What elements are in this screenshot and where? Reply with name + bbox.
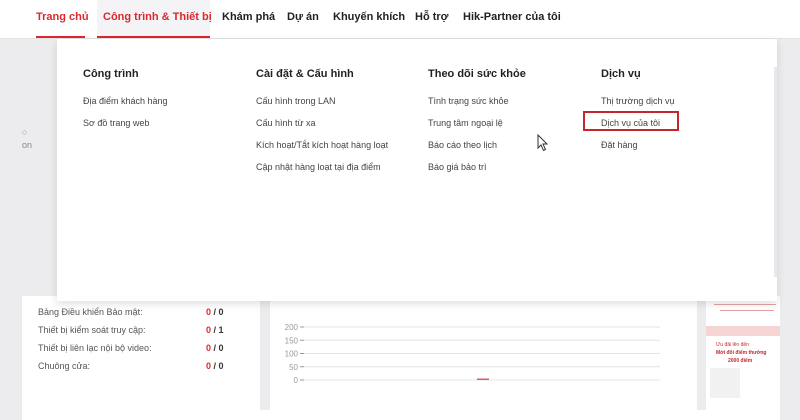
menu-col-title-projects: Công trình bbox=[83, 68, 139, 80]
chart-ytick-label: 150 bbox=[285, 336, 299, 345]
promo-banner[interactable]: Ưu đãi lên đến Mời đổi điểm thưởng 2000 … bbox=[706, 296, 780, 410]
nav-my-hik-partner[interactable]: Hik-Partner của tôi bbox=[463, 11, 561, 23]
active-underline bbox=[97, 36, 210, 38]
menu-scroll-edge bbox=[774, 67, 777, 277]
nav-projects-devices[interactable]: Công trình & Thiết bị bbox=[103, 11, 212, 23]
chart-ytick-label: 100 bbox=[285, 350, 299, 359]
stat-value-security-panel: 0 / 0 bbox=[206, 307, 224, 317]
stat-label-video-intercom: Thiết bị liên lạc nội bộ video: bbox=[38, 343, 152, 353]
device-stats-panel: Bảng Điều khiển Bảo mật: 0 / 0 Thiết bị … bbox=[22, 296, 260, 410]
menu-link-batch-activation[interactable]: Kích hoạt/Tắt kích hoạt hàng loạt bbox=[256, 140, 388, 150]
mouse-cursor-icon bbox=[537, 134, 549, 152]
promo-text-2: Mời đổi điểm thưởng bbox=[716, 350, 767, 356]
menu-link-exception-center[interactable]: Trung tâm ngoại lệ bbox=[428, 118, 503, 128]
nav-projects[interactable]: Dự án bbox=[287, 11, 319, 23]
edge-text: on bbox=[22, 140, 33, 150]
stat-value-access-control: 0 / 1 bbox=[206, 325, 224, 335]
edge-indicator: ○ bbox=[22, 127, 28, 137]
stat-value-video-intercom: 0 / 0 bbox=[206, 343, 224, 353]
nav-incentives[interactable]: Khuyến khích bbox=[333, 11, 405, 23]
promo-text-3: 2000 điểm bbox=[728, 358, 753, 364]
menu-link-orders[interactable]: Đặt hàng bbox=[601, 140, 638, 150]
menu-col-title-health: Theo dõi sức khỏe bbox=[428, 68, 526, 80]
menu-link-batch-site-update[interactable]: Cập nhật hàng loạt tại địa điểm bbox=[256, 162, 381, 172]
menu-link-lan-config[interactable]: Cấu hình trong LAN bbox=[256, 96, 336, 106]
promo-line bbox=[714, 304, 776, 305]
bar-chart: 200 150 100 50 0 bbox=[285, 323, 660, 385]
chart-ytick-label: 50 bbox=[289, 363, 298, 372]
promo-block bbox=[706, 326, 780, 336]
stat-label-access-control: Thiết bị kiểm soát truy cập: bbox=[38, 325, 146, 335]
promo-line bbox=[720, 310, 774, 311]
menu-link-customer-sites[interactable]: Địa điểm khách hàng bbox=[83, 96, 168, 106]
promo-text-1: Ưu đãi lên đến bbox=[716, 342, 749, 348]
menu-col-title-settings: Cài đặt & Cấu hình bbox=[256, 68, 354, 80]
menu-link-maintenance-quote[interactable]: Báo giá bảo trì bbox=[428, 162, 487, 172]
menu-link-service-market[interactable]: Thị trường dịch vụ bbox=[601, 96, 674, 106]
home-underline bbox=[36, 36, 85, 38]
menu-link-site-map[interactable]: Sơ đồ trang web bbox=[83, 118, 149, 128]
chart-ytick-label: 200 bbox=[285, 323, 299, 332]
bottom-panel bbox=[22, 410, 780, 420]
nav-explore[interactable]: Khám phá bbox=[222, 11, 275, 23]
promo-image bbox=[710, 368, 740, 398]
stat-label-security-panel: Bảng Điều khiển Bảo mật: bbox=[38, 307, 143, 317]
projects-devices-mega-menu: Công trình Địa điểm khách hàng Sơ đồ tra… bbox=[57, 39, 777, 301]
stat-label-doorbell: Chuông cửa: bbox=[38, 361, 91, 371]
menu-link-scheduled-report[interactable]: Báo cáo theo lịch bbox=[428, 140, 497, 150]
menu-link-health-status[interactable]: Tình trạng sức khỏe bbox=[428, 96, 509, 106]
highlight-box bbox=[583, 111, 679, 131]
chart-bar bbox=[477, 378, 489, 380]
chart-panel: 200 150 100 50 0 bbox=[270, 296, 697, 410]
menu-col-title-services: Dịch vụ bbox=[601, 68, 641, 80]
top-navigation: Trang chủ Công trình & Thiết bị Khám phá… bbox=[0, 0, 800, 39]
nav-home[interactable]: Trang chủ bbox=[36, 11, 89, 23]
stat-value-doorbell: 0 / 0 bbox=[206, 361, 224, 371]
nav-support[interactable]: Hỗ trợ bbox=[415, 11, 448, 23]
chart-ytick-label: 0 bbox=[294, 376, 299, 385]
menu-link-remote-config[interactable]: Cấu hình từ xa bbox=[256, 118, 316, 128]
